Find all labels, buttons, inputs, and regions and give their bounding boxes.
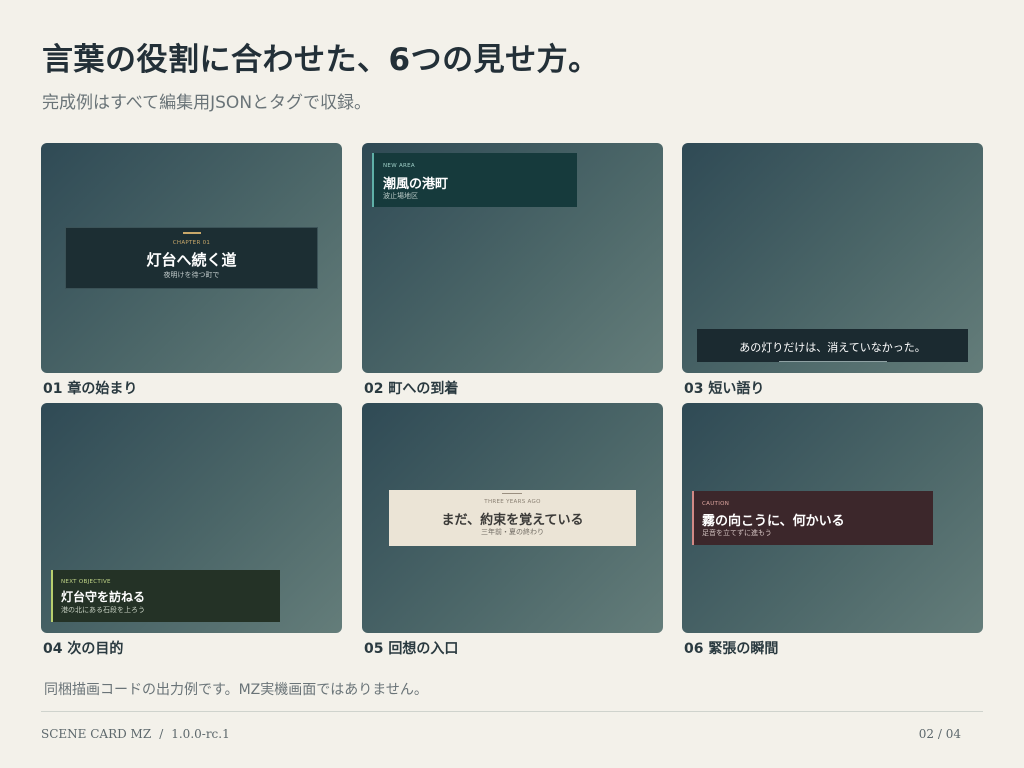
footer-product: SCENE CARD MZ / 1.0.0-rc.1 <box>41 727 230 741</box>
example-caption: 06 緊張の瞬間 <box>684 641 779 657</box>
caution-card: CAUTION 霧の向こうに、何かいる 足音を立てずに進もう <box>692 491 933 545</box>
example-preview: THREE YEARS AGO まだ、約束を覚えている 三年前・夏の終わり <box>362 403 663 633</box>
footer-separator: / <box>159 727 164 741</box>
product-version: 1.0.0-rc.1 <box>171 727 230 741</box>
card-subtitle: 波止場地区 <box>383 192 418 200</box>
progress-bar <box>779 360 887 362</box>
example-preview: CHAPTER 01 灯台へ続く道 夜明けを待つ町で <box>41 143 342 373</box>
example-caption: 02 町への到着 <box>364 381 459 397</box>
example-preview: NEXT OBJECTIVE 灯台守を訪ねる 港の北にある石段を上ろう <box>41 403 342 633</box>
card-subtitle: 足音を立てずに進もう <box>702 529 772 537</box>
card-eyebrow: NEW AREA <box>383 163 415 169</box>
card-line: あの灯りだけは、消えていなかった。 <box>739 341 926 354</box>
card-subtitle: 夜明けを待つ町で <box>163 271 220 279</box>
disclaimer-note: 同梱描画コードの出力例です。MZ実機画面ではありません。 <box>44 682 428 698</box>
example-preview: あの灯りだけは、消えていなかった。 <box>682 143 983 373</box>
accent-rule <box>183 232 201 234</box>
example-preview: CAUTION 霧の向こうに、何かいる 足音を立てずに進もう <box>682 403 983 633</box>
example-caption: 05 回想の入口 <box>364 641 459 657</box>
flashback-card: THREE YEARS AGO まだ、約束を覚えている 三年前・夏の終わり <box>389 490 636 546</box>
card-subtitle: 三年前・夏の終わり <box>481 528 544 536</box>
product-name: SCENE CARD MZ <box>41 727 152 741</box>
narration-card: あの灯りだけは、消えていなかった。 <box>697 329 968 362</box>
page-indicator: 02 / 04 <box>918 727 961 741</box>
example-caption: 01 章の始まり <box>43 381 138 397</box>
chapter-card: CHAPTER 01 灯台へ続く道 夜明けを待つ町で <box>65 227 318 289</box>
page-title: 言葉の役割に合わせた、6つの見せ方。 <box>42 42 600 78</box>
card-eyebrow: NEXT OBJECTIVE <box>61 579 111 585</box>
example-grid: CHAPTER 01 灯台へ続く道 夜明けを待つ町で 01 章の始まり NEW … <box>41 143 983 659</box>
card-title: 霧の向こうに、何かいる <box>702 514 845 529</box>
card-title: まだ、約束を覚えている <box>441 513 584 528</box>
accent-rule <box>502 493 522 494</box>
card-subtitle: 港の北にある石段を上ろう <box>61 606 145 614</box>
card-title: 灯台守を訪ねる <box>61 590 146 604</box>
card-eyebrow: THREE YEARS AGO <box>484 499 541 505</box>
card-eyebrow: CAUTION <box>702 501 730 507</box>
card-eyebrow: CHAPTER 01 <box>172 240 211 246</box>
page-subtitle: 完成例はすべて編集用JSONとタグで収録。 <box>42 93 372 113</box>
example-preview: NEW AREA 潮風の港町 波止場地区 <box>362 143 663 373</box>
card-title: 灯台へ続く道 <box>146 251 237 269</box>
footer-divider <box>41 711 983 712</box>
example-caption: 04 次の目的 <box>43 641 124 657</box>
example-caption: 03 短い語り <box>684 381 765 397</box>
objective-card: NEXT OBJECTIVE 灯台守を訪ねる 港の北にある石段を上ろう <box>51 570 280 622</box>
area-card: NEW AREA 潮風の港町 波止場地区 <box>372 153 577 207</box>
card-title: 潮風の港町 <box>383 177 449 192</box>
